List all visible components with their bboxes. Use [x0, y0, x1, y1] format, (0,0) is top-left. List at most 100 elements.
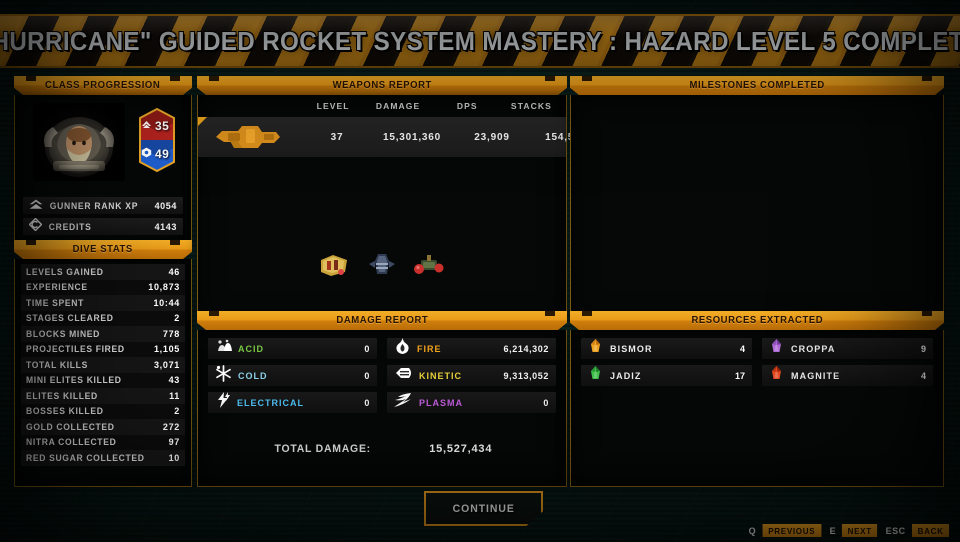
- equipped-items-row: [198, 247, 566, 287]
- dive-stat-value: 10:44: [153, 297, 180, 308]
- milestones-panel: MILESTONES COMPLETED: [570, 76, 944, 322]
- dive-stat-value: 272: [162, 421, 180, 432]
- acid-drip-icon: [215, 339, 232, 359]
- column-header-stacks: STACKS: [510, 101, 552, 111]
- weapons-column-headers: LEVEL DAMAGE DPS STACKS: [198, 95, 566, 117]
- weapon-level-value: 37: [330, 131, 344, 143]
- milestones-list: [570, 95, 944, 322]
- dive-stats-list: LEVELS GAINED 46 EXPERIENCE 10,873 TIME SPEN…: [14, 259, 192, 487]
- credits-label: CREDITS: [48, 221, 92, 232]
- dive-stat-label: GOLD COLLECTED: [26, 421, 115, 432]
- dive-stat-row: BLOCKS MINED 778: [21, 326, 185, 342]
- dive-stat-value: 2: [174, 406, 180, 417]
- equipped-marker-icon: [198, 117, 207, 126]
- dive-stat-row: LEVELS GAINED 46: [21, 264, 185, 280]
- damage-type-cell: FIRE 6,214,302: [387, 338, 556, 359]
- item-icon-3[interactable]: [413, 252, 447, 283]
- dive-stat-row: BOSSES KILLED 2: [21, 403, 185, 419]
- damage-type-cell: ELECTRICAL 0: [208, 392, 377, 413]
- damage-type-label: PLASMA: [419, 397, 463, 408]
- dive-stat-row: ELITES KILLED 11: [21, 388, 185, 404]
- header-notch-right: [922, 311, 932, 316]
- damage-type-label: KINETIC: [419, 370, 462, 381]
- header-notch-left: [209, 311, 219, 316]
- hint-label: NEXT: [842, 524, 878, 537]
- dive-stat-row: NITRA COLLECTED 97: [21, 434, 185, 450]
- dive-stats-panel: DIVE STATS LEVELS GAINED 46 EXPERIENCE 10,8…: [14, 240, 192, 487]
- dive-stat-label: LEVELS GAINED: [26, 266, 104, 277]
- keyboard-hint[interactable]: ESC BACK: [886, 524, 950, 537]
- snowflake-icon: [215, 364, 232, 387]
- continue-button[interactable]: CONTINUE: [424, 491, 543, 526]
- character-portrait: [33, 103, 125, 181]
- hint-label: BACK: [911, 524, 950, 537]
- character-level: 49: [137, 145, 177, 163]
- keyboard-hint[interactable]: E NEXT: [830, 524, 879, 537]
- damage-type-label: ACID: [238, 343, 264, 354]
- credits-row: CREDITS 4143: [23, 217, 183, 236]
- dive-stats-header: DIVE STATS: [14, 240, 192, 259]
- weapons-report-panel: WEAPONS REPORT LEVEL DAMAGE DPS STACKS 3: [197, 76, 586, 322]
- resource-cell: MAGNITE 4: [762, 365, 933, 386]
- dive-stat-value: 3,071: [153, 359, 180, 370]
- hint-label: PREVIOUS: [762, 524, 822, 537]
- plasma-bolt-icon: [394, 392, 413, 413]
- dive-stat-value: 11: [169, 390, 180, 401]
- total-damage-value: 15,527,434: [429, 443, 493, 455]
- damage-type-value: 9,313,052: [503, 370, 549, 381]
- header-notch-right: [170, 240, 180, 245]
- promotion-rank-value: 35: [155, 119, 170, 133]
- resources-grid: BISMOR 4 CROPPA 9 JADIZ 17 MAGNITE 4: [581, 338, 933, 386]
- lightning-icon: [215, 392, 231, 413]
- header-notch-left: [582, 311, 592, 316]
- weapons-report-title: WEAPONS REPORT: [332, 80, 432, 91]
- bismor-crystal-icon: [588, 338, 603, 359]
- dive-stat-label: BLOCKS MINED: [26, 328, 101, 339]
- resource-value: 17: [734, 370, 745, 381]
- promotion-chevron-icon: [141, 117, 152, 135]
- weapon-row[interactable]: 37 15,301,360 23,909 154,536: [198, 117, 586, 157]
- item-icon-2[interactable]: [365, 252, 399, 283]
- header-notch-left: [26, 240, 36, 245]
- damage-report-header: DAMAGE REPORT: [197, 311, 567, 330]
- dive-stat-row: PROJECTILES FIRED 1,105: [21, 341, 185, 357]
- class-progression-header: CLASS PROGRESSION: [14, 76, 192, 95]
- level-hex-icon: [141, 145, 152, 163]
- class-progression-title: CLASS PROGRESSION: [45, 80, 161, 91]
- dive-stat-row: TOTAL KILLS 3,071: [21, 357, 185, 373]
- dive-stat-value: 10,873: [148, 282, 180, 293]
- dive-stat-value: 1,105: [153, 344, 180, 355]
- continue-button-label: CONTINUE: [452, 502, 515, 515]
- item-icon-1[interactable]: [317, 252, 351, 283]
- gunner-rank-xp-value: 4054: [154, 200, 177, 211]
- dive-stat-label: BOSSES KILLED: [26, 406, 104, 417]
- damage-report-title: DAMAGE REPORT: [336, 315, 428, 326]
- damage-type-grid: ACID 0 FIRE 6,214,302 COLD 0 KINETIC 9,313,052 E…: [208, 338, 556, 413]
- dive-stat-row: TIME SPENT 10:44: [21, 295, 185, 311]
- dive-stat-label: EXPERIENCE: [26, 282, 88, 293]
- header-notch-right: [545, 311, 555, 316]
- milestones-header: MILESTONES COMPLETED: [570, 76, 944, 95]
- resource-cell: BISMOR 4: [581, 338, 752, 359]
- dive-stat-label: RED SUGAR COLLECTED: [26, 452, 145, 463]
- flame-icon: [394, 338, 411, 359]
- dive-stat-row: EXPERIENCE 10,873: [21, 279, 185, 295]
- credits-icon: [28, 217, 43, 236]
- keyboard-hint[interactable]: Q PREVIOUS: [749, 524, 823, 537]
- rank-chevron-icon: [29, 197, 43, 215]
- weapon-icon: [212, 121, 284, 153]
- resource-value: 4: [739, 343, 745, 354]
- character-level-value: 49: [155, 147, 170, 161]
- resource-label: CROPPA: [791, 343, 836, 354]
- dive-stat-value: 43: [168, 375, 180, 386]
- hint-key: ESC: [885, 525, 906, 536]
- gunner-rank-xp-label: GUNNER RANK XP: [49, 200, 139, 211]
- dive-stats-title: DIVE STATS: [72, 244, 134, 255]
- bullet-icon: [394, 366, 413, 385]
- damage-type-label: ELECTRICAL: [237, 397, 304, 408]
- damage-type-value: 0: [364, 343, 370, 354]
- dive-stat-label: TOTAL KILLS: [26, 359, 88, 370]
- damage-type-value: 0: [364, 397, 370, 408]
- column-header-dps: DPS: [456, 101, 478, 111]
- weapon-dps-value: 23,909: [474, 131, 510, 143]
